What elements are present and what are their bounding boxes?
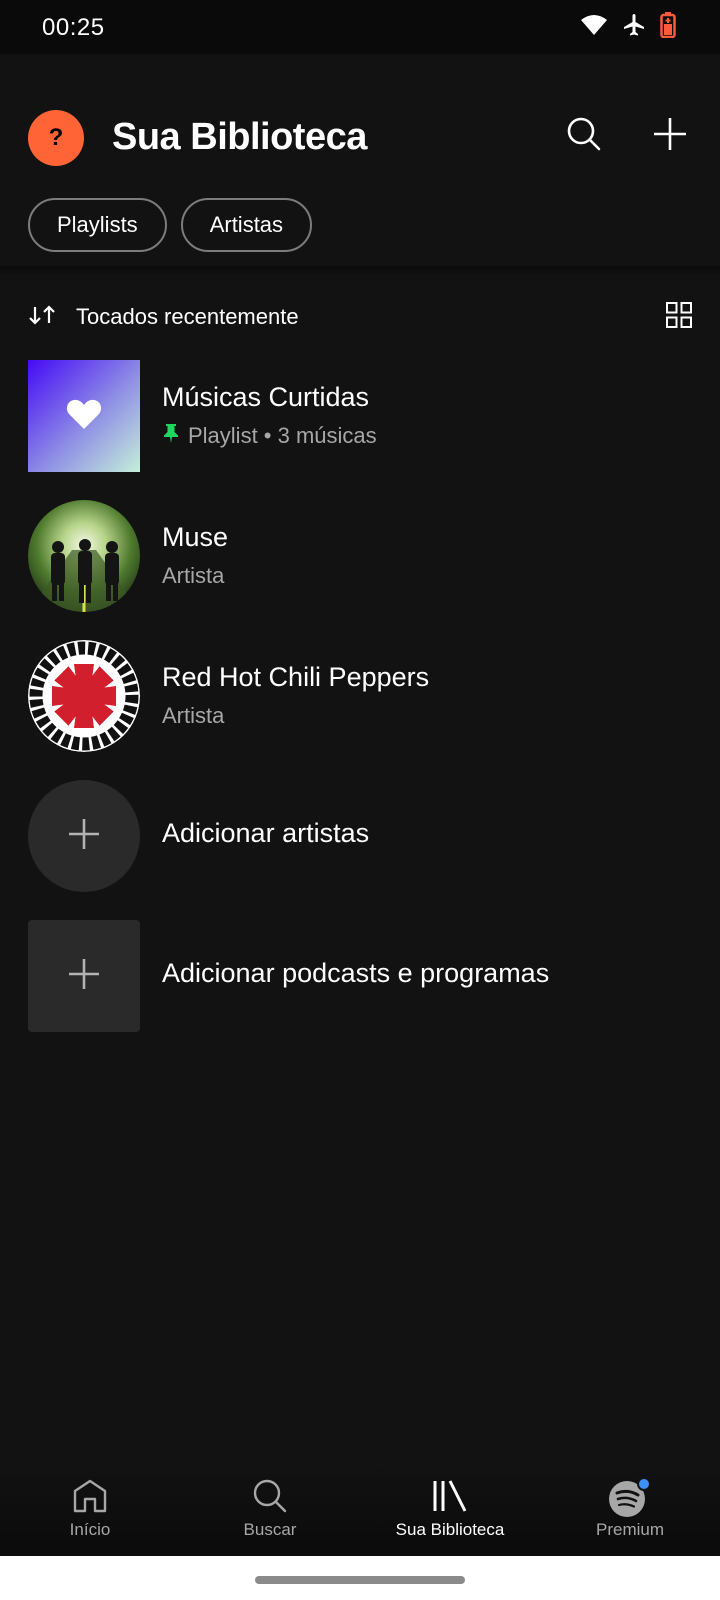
grid-view-icon[interactable] [666, 302, 692, 333]
status-time: 00:25 [42, 14, 105, 41]
gesture-handle[interactable] [255, 1576, 465, 1584]
item-title: Adicionar podcasts e programas [162, 958, 550, 988]
header-divider [0, 266, 720, 276]
system-gesture-area [0, 1556, 720, 1600]
nav-search[interactable]: Buscar [180, 1458, 360, 1556]
wifi-icon [580, 14, 608, 36]
list-item-text: Adicionar artistas [162, 818, 369, 849]
nav-label: Sua Biblioteca [395, 1520, 505, 1539]
item-subtitle-row: Artista [162, 703, 429, 729]
home-icon [72, 1478, 108, 1519]
item-title: Muse [162, 522, 229, 552]
item-subtitle: Artista [162, 563, 225, 588]
add-podcasts-thumb [28, 920, 140, 1032]
heart-icon [66, 398, 102, 435]
chip-playlists[interactable]: Playlists [28, 198, 167, 252]
list-item-text: Red Hot Chili Peppers Artista [162, 662, 429, 729]
item-subtitle-row: Artista [162, 563, 228, 589]
nav-label: Início [69, 1520, 111, 1539]
item-title: Músicas Curtidas [162, 382, 370, 412]
item-subtitle: Artista [162, 703, 225, 728]
list-item-liked-songs[interactable]: Músicas Curtidas Playlist • 3 músicas [28, 360, 692, 472]
search-icon [566, 116, 602, 157]
sort-label[interactable]: Tocados recentemente [76, 304, 299, 330]
item-subtitle-row: Playlist • 3 músicas [162, 423, 377, 449]
sort-arrows-icon[interactable] [28, 302, 56, 333]
plus-icon [67, 817, 101, 856]
profile-avatar[interactable]: ? [28, 110, 84, 166]
list-item-text: Adicionar podcasts e programas [162, 958, 549, 989]
create-button[interactable] [648, 114, 692, 158]
page-title: Sua Biblioteca [112, 116, 367, 158]
status-icons [580, 12, 676, 38]
sort-row: Tocados recentemente [28, 300, 692, 336]
nav-home[interactable]: Início [0, 1458, 180, 1556]
library-icon [431, 1478, 469, 1519]
airplane-icon [622, 13, 646, 37]
liked-songs-cover [28, 360, 140, 472]
nav-premium[interactable]: Premium [540, 1458, 720, 1556]
item-title: Adicionar artistas [162, 818, 370, 848]
list-item-text: Muse Artista [162, 522, 228, 589]
list-item-rhcp[interactable]: Red Hot Chili Peppers Artista [28, 640, 692, 752]
add-artists-button[interactable]: Adicionar artistas [28, 780, 692, 892]
search-button[interactable] [562, 114, 606, 158]
list-item-muse[interactable]: Muse Artista [28, 500, 692, 612]
item-title: Red Hot Chili Peppers [162, 662, 430, 692]
battery-icon [660, 12, 676, 38]
nav-label: Buscar [243, 1520, 297, 1539]
status-bar: 00:25 [0, 0, 720, 54]
search-icon [252, 1478, 288, 1519]
library-header: ? Sua Biblioteca Playlists Artistas [0, 54, 720, 266]
item-subtitle: Playlist • 3 músicas [188, 423, 377, 448]
bottom-navigation: Início Buscar Sua Biblioteca Premium [0, 1458, 720, 1556]
nav-library[interactable]: Sua Biblioteca [360, 1458, 540, 1556]
plus-icon [67, 957, 101, 996]
list-item-text: Músicas Curtidas Playlist • 3 músicas [162, 382, 377, 449]
artist-image-rhcp [28, 640, 140, 752]
artist-image-muse [28, 500, 140, 612]
add-podcasts-button[interactable]: Adicionar podcasts e programas [28, 920, 692, 1032]
pin-icon [162, 423, 180, 449]
spotify-icon [608, 1477, 652, 1523]
add-artists-thumb [28, 780, 140, 892]
nav-label: Premium [595, 1520, 664, 1539]
chip-artists[interactable]: Artistas [180, 198, 313, 252]
filter-chips: Playlists Artistas [28, 198, 313, 252]
plus-icon [652, 116, 688, 157]
library-screen: 00:25 ? Sua Biblioteca Playlists Artista… [0, 0, 720, 1600]
